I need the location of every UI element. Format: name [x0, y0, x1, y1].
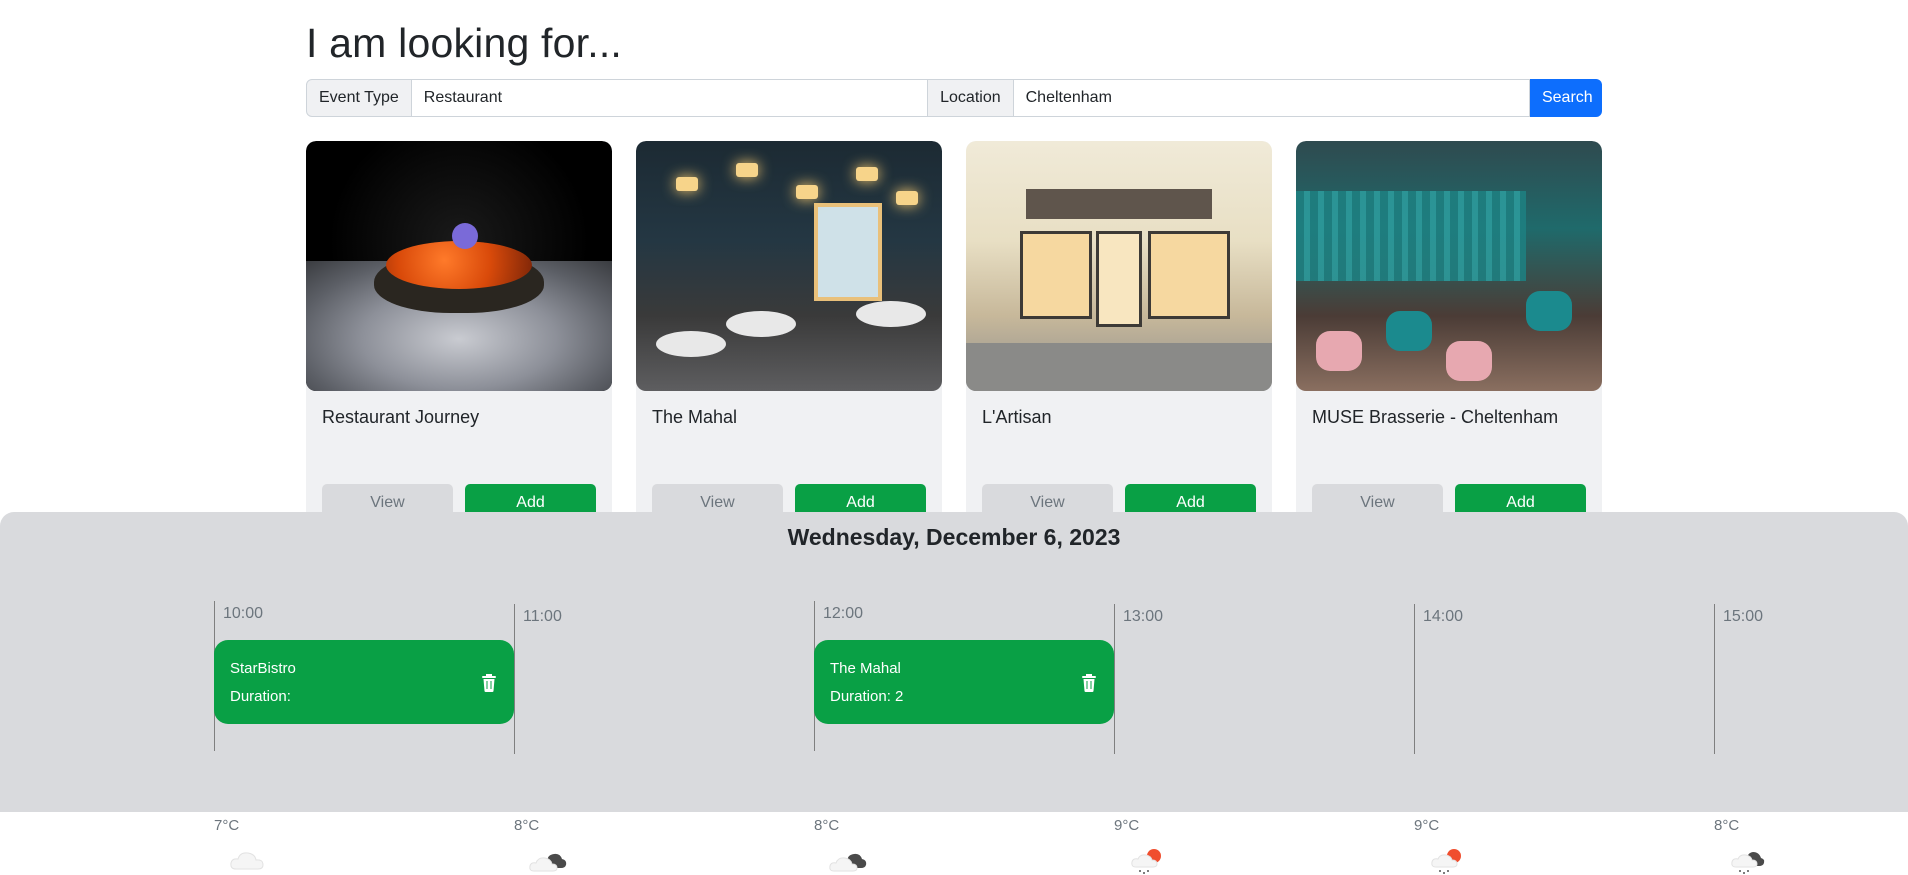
sun-rain-icon	[1131, 849, 1161, 874]
partly-cloudy-icon	[529, 853, 567, 872]
slot-time: 13:00	[1123, 608, 1164, 625]
restaurant-image	[636, 141, 942, 391]
slot-time: 14:00	[1423, 608, 1464, 625]
location-input[interactable]	[1013, 79, 1530, 117]
slot-temp: 8°C	[814, 817, 840, 834]
restaurant-card: L'Artisan View Add	[966, 141, 1272, 541]
slot-temp: 9°C	[1114, 817, 1140, 834]
search-button[interactable]: Search	[1529, 79, 1602, 117]
search-bar: Event Type Location Search	[306, 79, 1602, 117]
card-title: L'Artisan	[982, 407, 1052, 427]
restaurant-card: The Mahal View Add	[636, 141, 942, 541]
restaurant-card: Restaurant Journey View Add	[306, 141, 612, 541]
cloud-icon	[230, 852, 264, 870]
event-name: StarBistro	[230, 660, 296, 677]
restaurant-image	[1296, 141, 1602, 391]
event-type-input[interactable]	[411, 79, 929, 117]
scheduled-event[interactable]: StarBistro Duration:	[214, 640, 514, 724]
schedule-panel: Wednesday, December 6, 2023 10:00 7°C 11…	[0, 512, 1908, 874]
event-name: The Mahal	[830, 660, 901, 677]
trash-icon[interactable]	[1081, 674, 1097, 692]
restaurant-image	[306, 141, 612, 391]
restaurant-image	[966, 141, 1272, 391]
card-title: The Mahal	[652, 407, 738, 427]
sun-rain-icon	[1431, 849, 1461, 874]
slot-time: 11:00	[523, 608, 562, 625]
slot-time: 10:00	[223, 605, 264, 622]
event-duration: Duration: 2	[830, 688, 904, 705]
slot-temp: 7°C	[214, 817, 240, 834]
slot-time: 12:00	[823, 605, 864, 622]
page-title: I am looking for...	[306, 20, 623, 66]
event-duration: Duration:	[230, 688, 291, 705]
slot-temp: 9°C	[1414, 817, 1440, 834]
partly-cloudy-icon	[829, 853, 867, 872]
slot-time: 15:00	[1723, 608, 1764, 625]
slot-temp: 8°C	[1714, 817, 1740, 834]
card-title: MUSE Brasserie - Cheltenham	[1312, 407, 1559, 427]
cloud-rain-icon	[1731, 852, 1765, 874]
location-label: Location	[928, 79, 1014, 117]
card-title: Restaurant Journey	[322, 407, 480, 427]
schedule-date: Wednesday, December 6, 2023	[787, 524, 1121, 550]
event-type-label: Event Type	[306, 79, 412, 117]
restaurant-card: MUSE Brasserie - Cheltenham View Add	[1296, 141, 1602, 541]
scheduled-event[interactable]: The Mahal Duration: 2	[814, 640, 1114, 724]
slot-temp: 8°C	[514, 817, 540, 834]
trash-icon[interactable]	[481, 674, 497, 692]
